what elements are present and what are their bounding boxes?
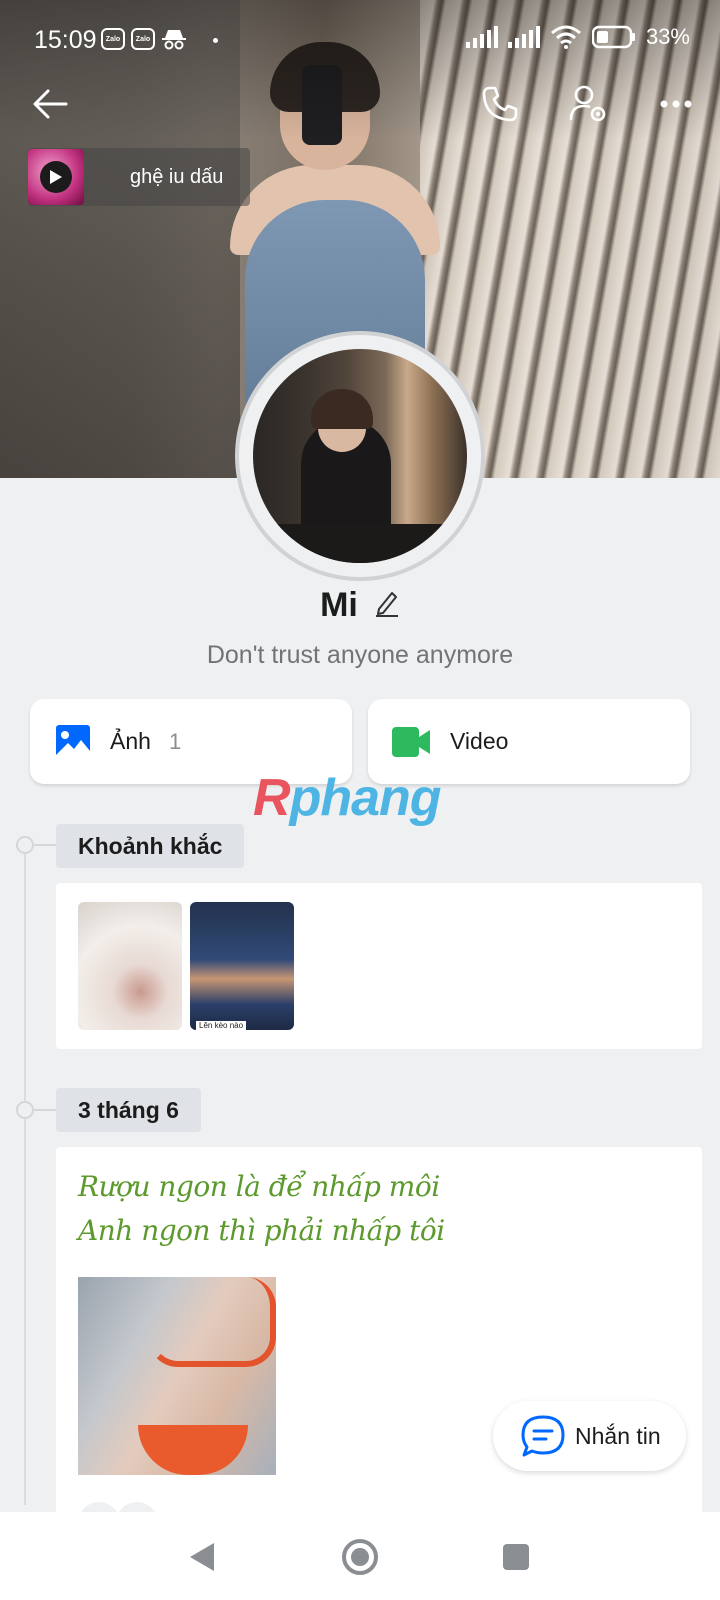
status-notification-icons: Zalo Zalo [101,28,218,50]
send-message-button[interactable]: Nhắn tin [493,1401,686,1471]
moments-section-label: Khoảnh khắc [56,824,245,868]
play-button[interactable] [40,161,72,193]
watermark-logo: Rphang [253,769,442,827]
music-thumbnail [28,149,84,205]
status-right: 33% [465,24,690,50]
nav-back-button[interactable] [177,1532,227,1582]
nav-home-button[interactable] [335,1532,385,1582]
video-camera-icon [392,726,430,757]
profile-settings-button[interactable] [562,78,614,130]
timeline-line [24,845,26,1505]
battery-percent: 33% [645,24,690,49]
avatar-ring[interactable] [235,331,485,581]
more-options-button[interactable] [650,78,702,130]
name-row: Mi [0,586,720,625]
timeline-node [16,836,34,854]
play-icon [50,170,62,184]
nav-recents-icon [503,1544,529,1570]
edit-name-button[interactable] [374,589,400,622]
back-button[interactable] [24,78,76,130]
post-image[interactable] [78,1277,276,1475]
more-notifications-dot [213,38,218,43]
post-text: Rượu ngon là để nhấp môi Anh ngon thì ph… [78,1165,445,1253]
send-message-label: Nhắn tin [575,1422,661,1449]
nav-home-icon [342,1539,378,1575]
system-nav-bar [0,1512,720,1600]
incognito-icon [162,30,186,50]
image-icon [56,724,90,759]
avatar[interactable] [253,349,467,563]
post-date-label: 3 tháng 6 [56,1088,201,1132]
user-settings-icon [569,85,606,122]
call-button[interactable] [474,78,526,130]
back-arrow-icon [33,89,68,119]
zalo-notification-icon: Zalo [101,28,125,50]
moment-caption: Lên kèo nào [196,1021,247,1030]
music-title: ghệ iu dấu [130,165,224,188]
timeline-connector [34,1109,56,1111]
more-horizontal-icon [660,100,692,108]
photos-count: 1 [168,728,182,754]
moment-thumbnail[interactable]: Lên kèo nào [190,902,294,1030]
photos-label: Ảnh [110,728,151,754]
post-text-line: Anh ngon thì phải nhấp tôi [78,1214,445,1247]
timeline-node [16,1101,34,1119]
zalo-notification-icon: Zalo [131,28,155,50]
nav-recents-button[interactable] [491,1532,541,1582]
nav-back-icon [190,1543,214,1571]
profile-music-chip[interactable]: ghệ iu dấu [28,148,250,206]
timeline-connector [34,844,56,846]
status-bar: 15:09 Zalo Zalo 33% [0,0,720,80]
status-time: 15:09 [34,26,97,54]
pencil-icon [375,592,398,617]
signal-icon [507,26,540,48]
post-text-line: Rượu ngon là để nhấp môi [78,1170,440,1203]
phone-icon [482,86,518,122]
videos-label: Video [450,728,509,754]
moments-card: Lên kèo nào [56,883,702,1049]
signal-icon [465,26,498,48]
battery-icon [591,25,635,49]
wifi-icon [550,25,581,49]
chat-bubble-icon [521,1415,565,1457]
profile-bio: Don't trust anyone anymore [206,641,514,669]
profile-name: Mi [320,586,358,624]
moment-thumbnail[interactable] [78,902,182,1030]
